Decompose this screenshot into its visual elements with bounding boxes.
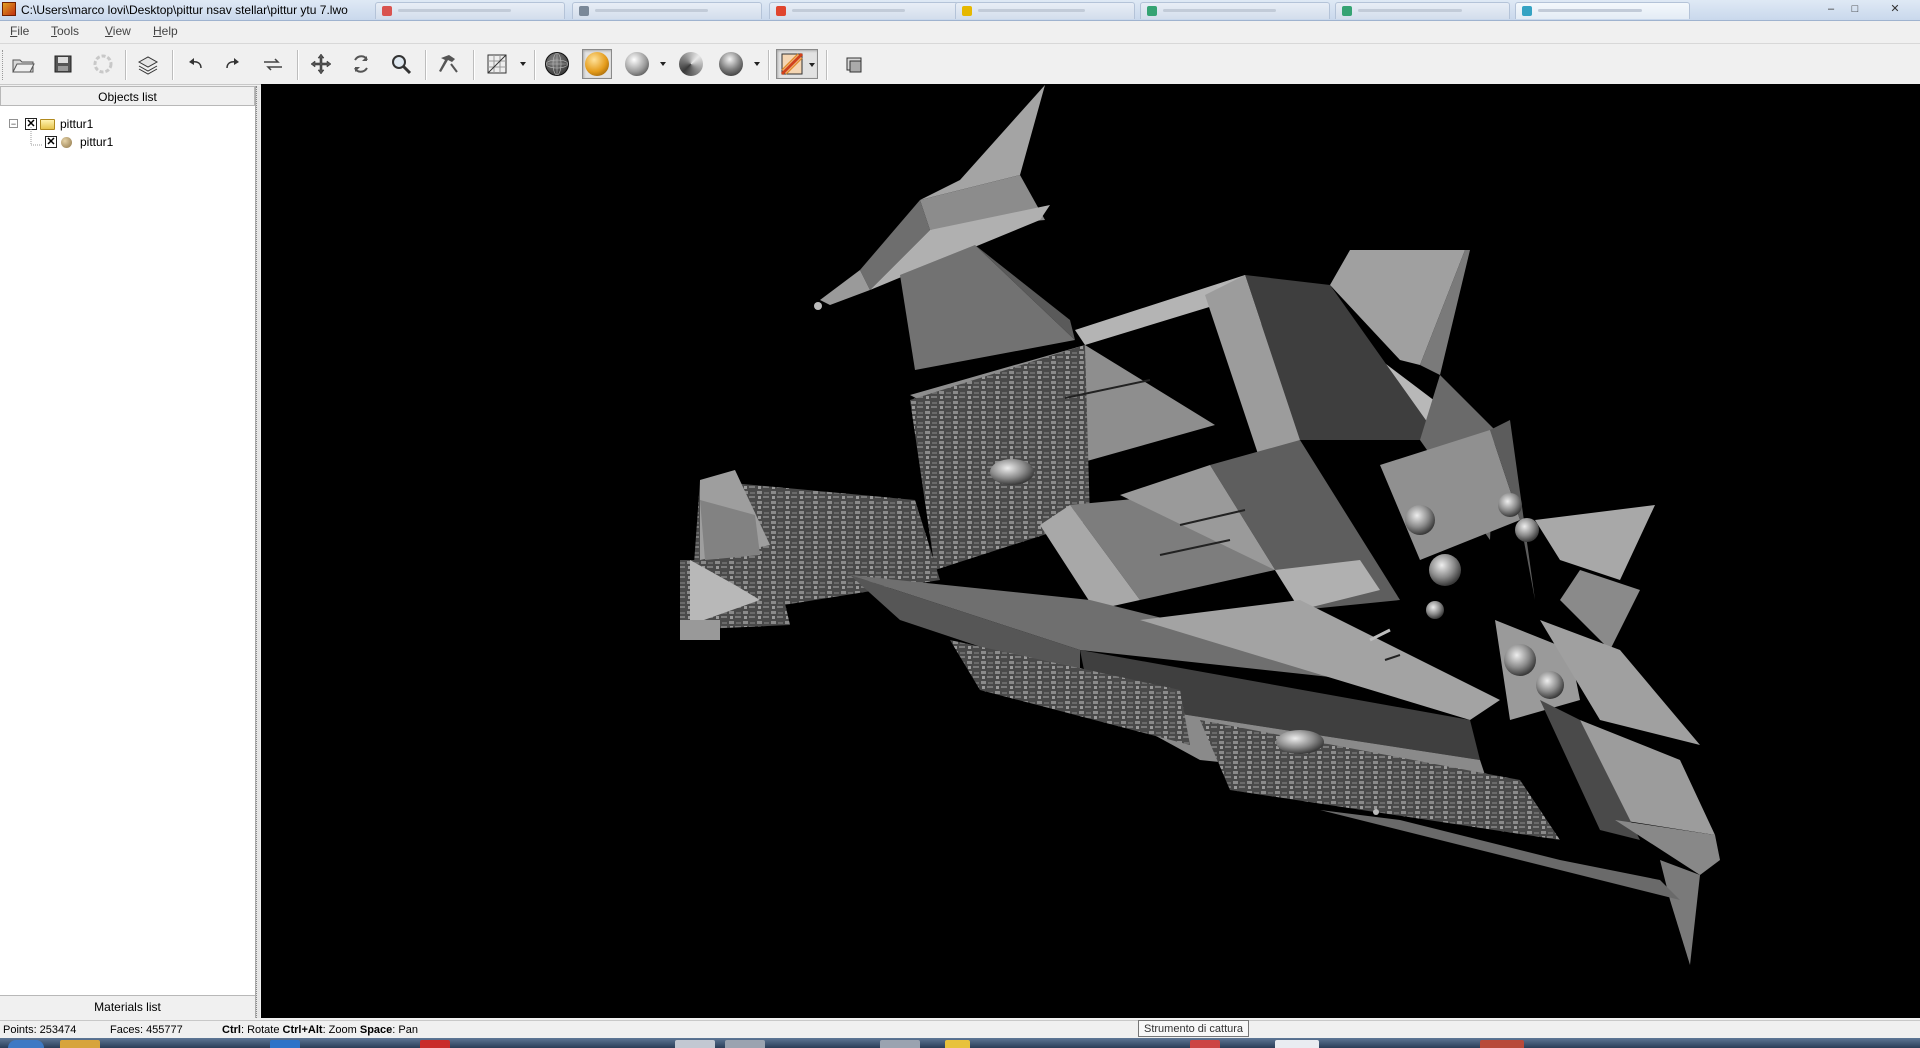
toolbar-separator [425,50,427,80]
hint-text: : Pan [392,1024,418,1036]
tree-node-label: pittur1 [80,135,114,149]
chevron-down-icon[interactable] [520,62,526,66]
hammer-icon[interactable] [434,49,464,79]
taskbar-item[interactable] [270,1040,300,1048]
status-bar: Points: 253474 Faces: 455777 Ctrl: Rotat… [0,1020,1920,1039]
3d-viewport[interactable] [261,84,1920,1018]
spaceship-model [680,85,1720,965]
repeat-icon[interactable] [258,49,288,79]
chevron-down-icon[interactable] [660,62,666,66]
background-tab[interactable] [1140,2,1330,19]
move-icon[interactable] [306,49,336,79]
start-button[interactable] [8,1040,44,1048]
layers-icon[interactable] [133,49,163,79]
menu-file[interactable]: File [10,24,29,38]
redo-icon[interactable] [218,49,248,79]
title-bar: C:\Users\marco lovi\Desktop\pittur nsav … [0,0,1920,21]
reload-icon [88,49,118,79]
taskbar-item[interactable] [880,1040,920,1048]
toolbar-separator [172,50,174,80]
app-icon[interactable] [2,2,16,16]
flat-sphere-icon[interactable] [676,49,706,79]
zoom-icon[interactable] [386,49,416,79]
background-tab[interactable] [1515,2,1690,19]
hint-key: Space [359,1024,393,1036]
hint-text: : Rotate [240,1024,283,1036]
shaded-sphere-icon[interactable] [582,49,612,79]
taskbar-item[interactable] [1190,1040,1220,1048]
tree-node-label: pittur1 [60,117,94,131]
menu-bar: File Tools View Help [0,21,1920,44]
rotate-icon[interactable] [346,49,376,79]
taskbar-item[interactable] [675,1040,715,1048]
background-tab[interactable] [1335,2,1510,19]
menu-accel: H [153,24,162,38]
undo-icon[interactable] [180,49,210,79]
open-folder-icon[interactable] [8,49,38,79]
menu-label: iew [112,24,131,38]
tooltip: Strumento di cattura [1138,1020,1250,1037]
screenshot-icon[interactable] [839,49,869,79]
hint-text: : Zoom [322,1024,360,1036]
save-icon[interactable] [48,49,78,79]
toolbar-separator [125,50,127,80]
menu-tools[interactable]: Tools [51,24,79,38]
menu-view[interactable]: View [105,24,131,38]
materials-list-header: Materials list [0,995,255,1018]
toolbar-separator [768,50,770,80]
visibility-checkbox[interactable]: ✕ [45,136,57,148]
taskbar-item[interactable] [1275,1040,1319,1048]
taskbar-item[interactable] [725,1040,765,1048]
lit-sphere-icon[interactable] [716,49,746,79]
left-panel: Objects list − ✕ pittur1 ✕ pittur1 Mater… [0,86,256,1018]
sphere-object-icon [61,137,72,148]
menu-label: ools [57,24,80,38]
faces-count: Faces: 455777 [110,1024,183,1036]
taskbar-item[interactable] [60,1040,100,1048]
background-tab[interactable] [572,2,762,19]
wireframe-sphere-icon[interactable] [542,49,572,79]
menu-label: ile [17,24,30,38]
toolbar-separator [826,50,828,80]
window-title: C:\Users\marco lovi\Desktop\pittur nsav … [21,3,348,17]
control-hint: Ctrl: Rotate Ctrl+Alt: Zoom Space: Pan [222,1024,418,1036]
chevron-down-icon[interactable] [809,63,815,67]
material-icon[interactable] [776,49,818,79]
hint-key: Ctrl [222,1024,241,1036]
taskbar-item[interactable] [1480,1040,1524,1048]
menu-label: elp [161,24,178,38]
background-tab[interactable] [955,2,1135,19]
panel-splitter[interactable] [256,86,260,1018]
toolbar-separator [297,50,299,80]
hint-key: Ctrl+Alt [282,1024,323,1036]
close-button[interactable]: ✕ [1884,1,1906,17]
smooth-sphere-icon[interactable] [622,49,652,79]
toolbar-separator [534,50,536,80]
objects-list-header: Objects list [0,86,255,106]
menu-help[interactable]: Help [153,24,178,38]
toolbar-separator [473,50,475,80]
texture-icon[interactable] [482,49,512,79]
toolbar [0,44,1920,85]
minimize-button[interactable]: – [1820,1,1842,17]
background-tab[interactable] [769,2,959,19]
toolbar-grip[interactable] [2,50,6,80]
tree-node-object[interactable]: ✕ pittur1 [0,134,250,150]
maximize-button[interactable]: □ [1844,1,1866,17]
taskbar-item[interactable] [420,1040,450,1048]
points-count: Points: 253474 [3,1024,77,1036]
chevron-down-icon[interactable] [754,62,760,66]
menu-accel: V [105,24,113,38]
taskbar-item[interactable] [945,1040,970,1048]
background-tab[interactable] [375,2,565,19]
taskbar [0,1038,1920,1048]
